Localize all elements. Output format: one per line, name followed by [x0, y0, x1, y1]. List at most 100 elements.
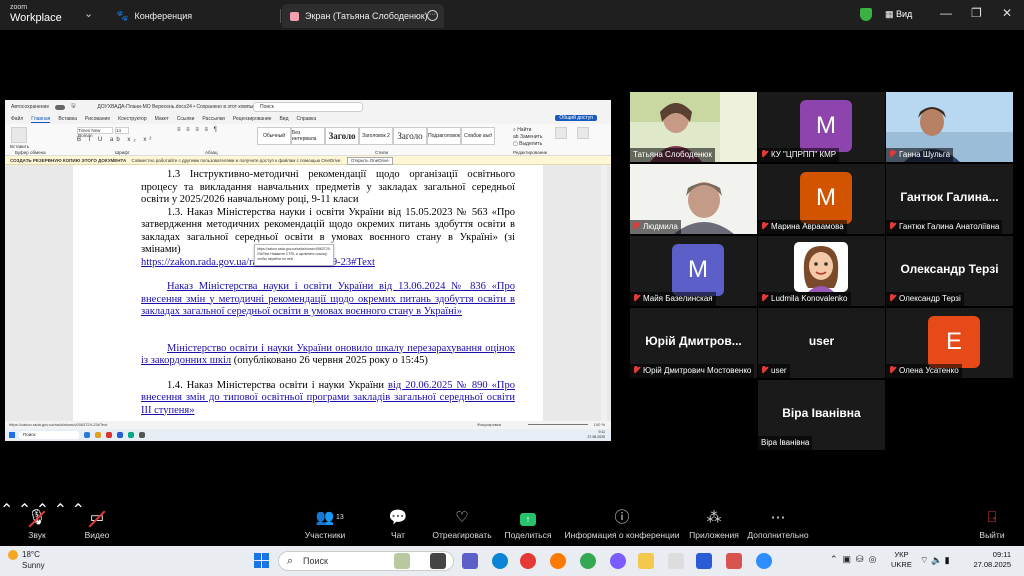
participant-tile[interactable]: M Марина Авраамова	[758, 164, 885, 234]
open-onedrive-button[interactable]: Открыть OneDrive	[346, 157, 393, 165]
system-clock[interactable]: 09:11 27.08.2025	[955, 550, 1011, 570]
folder-icon[interactable]	[95, 432, 101, 438]
acrobat-icon[interactable]	[726, 553, 742, 569]
participant-tile[interactable]: M КУ "ЦПРПП" КМР	[758, 92, 885, 162]
menu-draw[interactable]: Рисование	[85, 116, 110, 122]
style-heading2[interactable]: Заголовок 2	[359, 127, 393, 145]
chrome-icon[interactable]	[580, 553, 596, 569]
apps-button[interactable]: ⁂ Приложения	[688, 500, 740, 546]
menu-file[interactable]: Файл	[11, 116, 23, 122]
hyperlink-order-836[interactable]: Наказ Міністерства науки і освіти Україн…	[141, 281, 515, 319]
mic-muted-icon	[761, 222, 768, 230]
participant-tile[interactable]: Ганна Шульга	[886, 92, 1013, 162]
taskbar-search[interactable]: Поиск	[278, 551, 454, 571]
style-no-spacing[interactable]: Без интервала	[291, 127, 325, 145]
word-icon[interactable]	[117, 432, 123, 438]
video-button[interactable]: ▭ Видео	[82, 500, 112, 546]
teams-icon[interactable]	[462, 553, 478, 569]
widget-icon[interactable]	[394, 553, 410, 569]
react-button[interactable]: ♡ Отреагировать	[430, 500, 494, 546]
menu-mailings[interactable]: Рассылки	[202, 116, 224, 122]
menu-design[interactable]: Конструктор	[118, 116, 147, 122]
menu-insert[interactable]: Вставка	[58, 116, 77, 122]
share-button[interactable]: ↑ Поделиться	[502, 500, 554, 546]
more-options-icon[interactable]: ···	[427, 10, 438, 21]
leave-button[interactable]: ⍈ Выйти	[976, 500, 1008, 546]
system-tray[interactable]: ⌃ ▣ ⛁ ◎	[830, 554, 876, 565]
remote-search[interactable]: Поиск	[19, 431, 79, 439]
save-icon[interactable]: 🖫	[71, 103, 75, 111]
autosave-toggle[interactable]	[55, 104, 66, 110]
menu-layout[interactable]: Макет	[155, 116, 169, 122]
dictate-icon[interactable]	[555, 127, 567, 139]
menu-help[interactable]: Справка	[297, 116, 317, 122]
style-title[interactable]: Заголо	[393, 127, 427, 145]
participant-tile[interactable]: Олександр Терзі Олександр Терзі	[886, 236, 1013, 306]
edge-icon[interactable]	[128, 432, 134, 438]
restore-icon[interactable]: ❐	[971, 6, 982, 20]
chrome-icon[interactable]	[106, 432, 112, 438]
word-search-input[interactable]: Поиск	[253, 102, 363, 112]
meeting-info-button[interactable]: ⓘ Информация о конференции	[562, 500, 682, 546]
menu-review[interactable]: Рецензирование	[233, 116, 272, 122]
participant-tile[interactable]: Юрій Дмитров... Юрій Дмитрович Мостовенк…	[630, 308, 757, 378]
close-icon[interactable]: ✕	[1002, 6, 1012, 20]
chevron-up-icon[interactable]: ⌃	[0, 502, 13, 519]
weather-widget[interactable]: 18°C Sunny	[8, 549, 45, 571]
participant-tile[interactable]: M Майя Базелинская	[630, 236, 757, 306]
opera-icon[interactable]	[520, 553, 536, 569]
participant-tile[interactable]: Людмила	[630, 164, 757, 234]
shield-icon[interactable]	[860, 8, 872, 21]
menu-home[interactable]: Главная	[31, 116, 51, 123]
menu-references[interactable]: Ссылки	[177, 116, 195, 122]
style-subtle-emphasis[interactable]: Слабое выд	[461, 127, 495, 145]
app-icon[interactable]	[84, 432, 90, 438]
tab-screen-share[interactable]: Экран (Татьяна Слободенюк) ···	[282, 4, 444, 28]
participant-tile[interactable]: Віра Іванівна Віра Іванівна	[758, 380, 885, 450]
audio-button[interactable]: 🎙 Звук	[22, 500, 52, 546]
windows-start-icon[interactable]	[254, 553, 269, 568]
chevron-down-icon[interactable]: ⌄	[84, 7, 93, 20]
firefox-icon[interactable]	[550, 553, 566, 569]
participant-tile[interactable]: E Олена Усатенко	[886, 308, 1013, 378]
participant-name: Марина Авраамова	[758, 220, 847, 234]
participant-tile[interactable]: user user	[758, 308, 885, 378]
participant-tile[interactable]: Ludmila Konovalenko	[758, 236, 885, 306]
copilot-icon[interactable]	[610, 553, 626, 569]
font-size-select[interactable]: 14	[115, 127, 129, 134]
view-button[interactable]: ▦ Вид	[885, 9, 912, 20]
paragraph-buttons[interactable]: ≡ ≡ ≡ ≡ ¶	[177, 127, 219, 133]
paste-icon[interactable]	[11, 127, 27, 143]
chat-button[interactable]: 💬 Чат	[386, 500, 410, 546]
style-normal[interactable]: Обычный	[257, 127, 291, 145]
share-access-button[interactable]: Общий доступ	[555, 115, 597, 121]
format-buttons[interactable]: B I U ab x₂ x²	[77, 137, 154, 143]
document-page[interactable]: 1.3 Інструктивно-методичні рекомендації …	[73, 165, 543, 421]
minimize-icon[interactable]: —	[940, 6, 952, 20]
word-icon[interactable]	[696, 553, 712, 569]
zoom-slider[interactable]	[528, 424, 588, 425]
editing-buttons[interactable]: ⌕ Найти ab Заменить ▢ Выделить	[513, 127, 542, 148]
explorer-icon[interactable]	[638, 553, 654, 569]
language-indicator[interactable]: УКР UKRE	[891, 550, 912, 570]
tab-conference[interactable]: 🐾 Конференция	[108, 4, 278, 28]
participant-tile[interactable]: Татьяна Слободенюк	[630, 92, 757, 162]
app-icon[interactable]	[668, 553, 684, 569]
app2-icon[interactable]	[139, 432, 145, 438]
menu-view[interactable]: Вид	[279, 116, 288, 122]
task-view-icon[interactable]	[430, 553, 446, 569]
editor-icon[interactable]	[577, 127, 589, 139]
chevron-up-icon[interactable]: ⌃	[54, 502, 67, 519]
zoom-icon[interactable]	[756, 553, 772, 569]
style-subtitle[interactable]: Подзаголовок	[427, 127, 461, 145]
edge-icon[interactable]	[492, 553, 508, 569]
windows-icon[interactable]	[9, 432, 15, 438]
font-name-select[interactable]: Times New Roman	[77, 127, 113, 138]
style-heading1[interactable]: Заголо	[325, 127, 359, 145]
more-button[interactable]: ⋯ Дополнительно	[746, 500, 810, 546]
participants-button[interactable]: 👥 Участники	[300, 500, 350, 546]
wifi-icon[interactable]: ⌔ 🔈 ▮	[920, 555, 950, 566]
participant-tile[interactable]: Гантюк Галина... Гантюк Галина Анатоліїв…	[886, 164, 1013, 234]
vertical-scrollbar[interactable]	[601, 165, 607, 421]
focus-mode[interactable]: Фокусировка	[477, 421, 501, 429]
